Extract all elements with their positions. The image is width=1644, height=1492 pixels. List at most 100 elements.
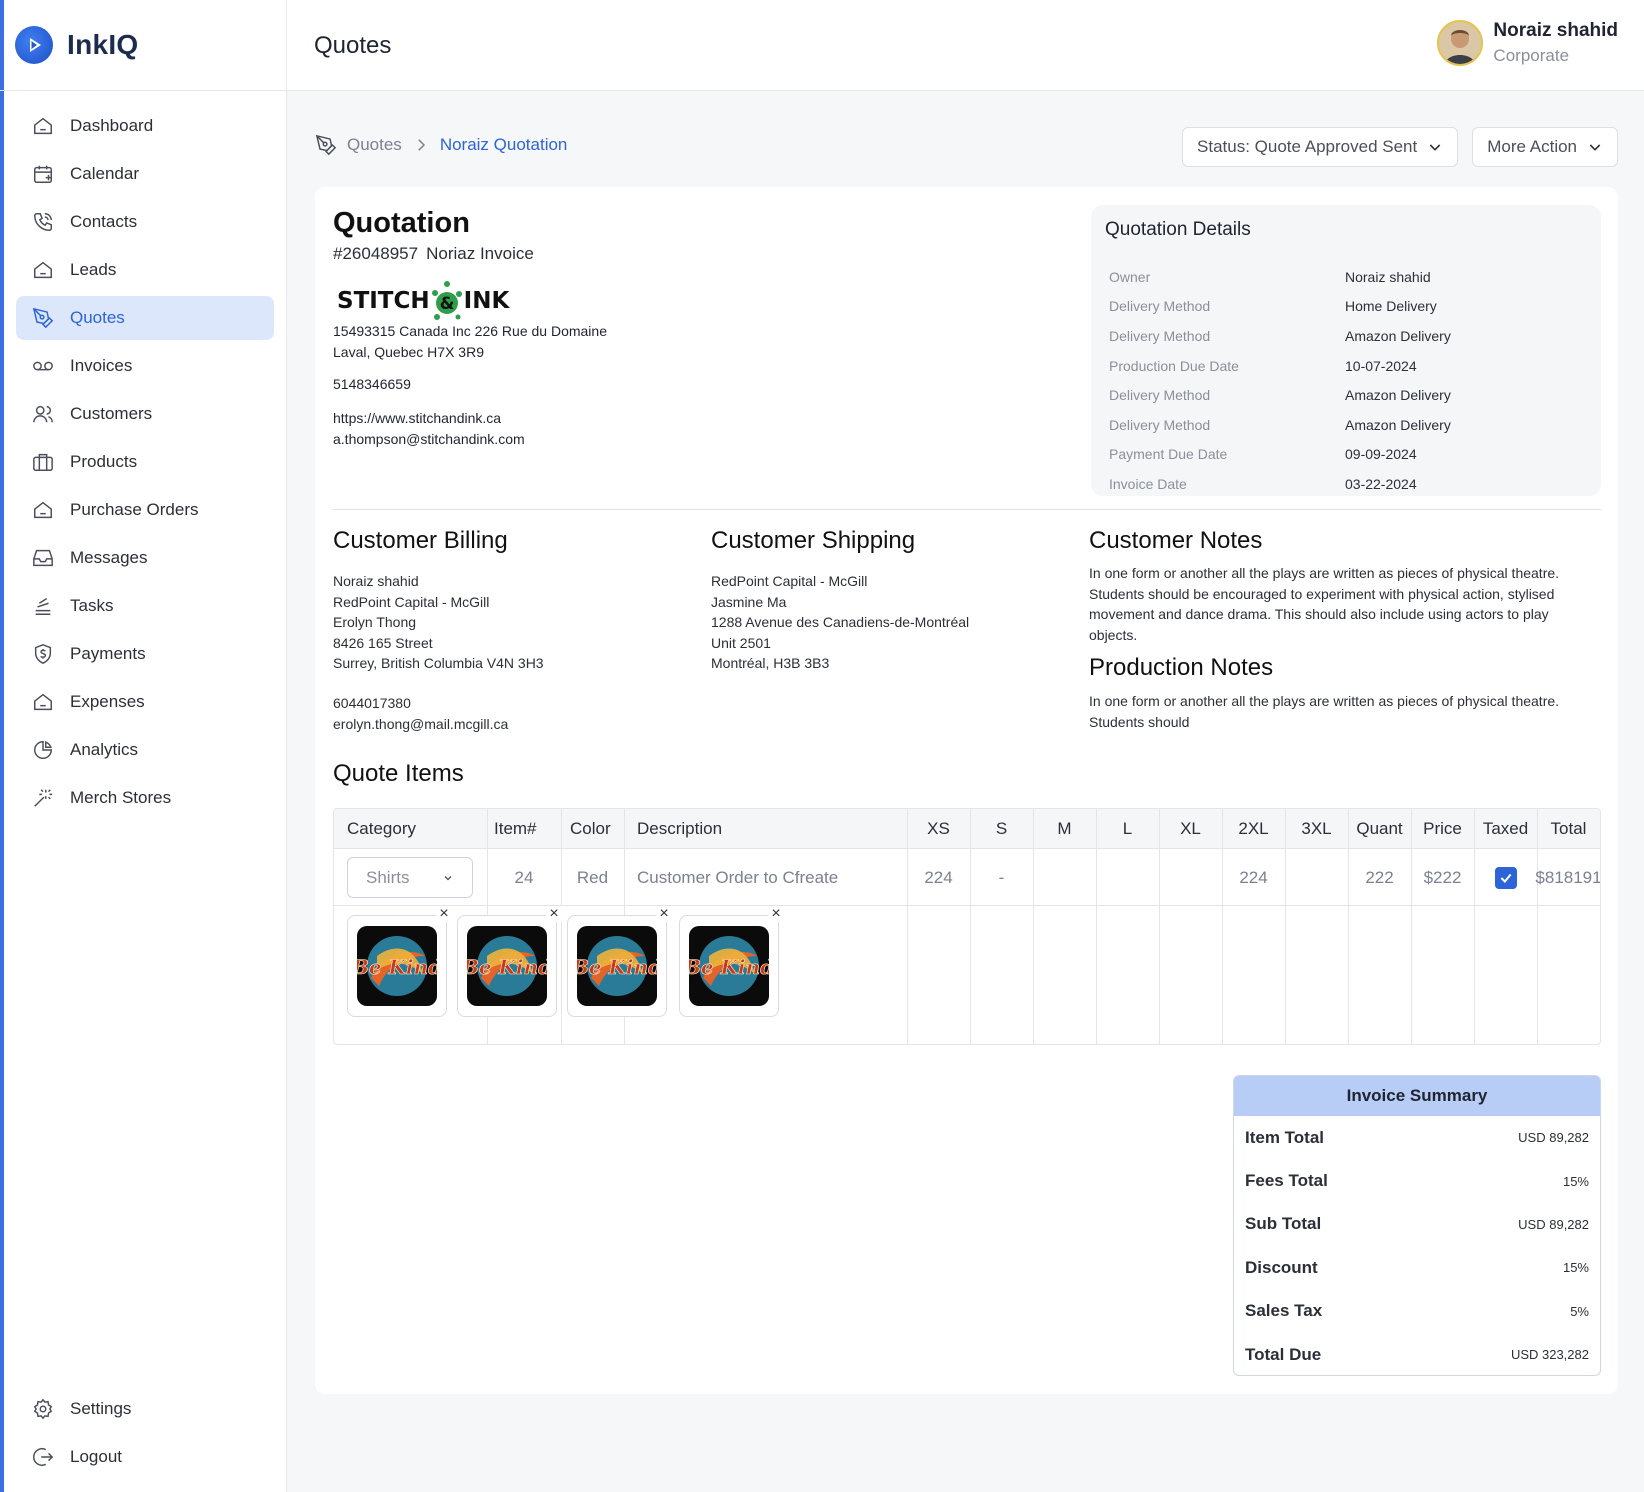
details-row: Invoice Date 03-22-2024	[1109, 469, 1599, 499]
details-row: Payment Due Date 09-09-2024	[1109, 440, 1599, 470]
summary-row-total-due: Total Due USD 323,282	[1234, 1333, 1600, 1375]
remove-image-button[interactable]: ×	[546, 906, 562, 922]
inkiq-logo-icon	[15, 26, 53, 64]
briefcase-icon	[33, 453, 53, 471]
cell-m[interactable]	[1033, 849, 1096, 906]
cell-xl[interactable]	[1159, 849, 1222, 906]
details-label: Delivery Method	[1109, 387, 1211, 404]
sidebar-item-label: Contacts	[70, 212, 138, 231]
summary-value: 15%	[1562, 1173, 1589, 1189]
sidebar-item-products[interactable]: Products	[16, 440, 274, 484]
summary-value: 5%	[1570, 1303, 1589, 1319]
details-row: Delivery Method Amazon Delivery	[1109, 410, 1599, 440]
sidebar-item-tasks[interactable]: Tasks	[16, 584, 274, 628]
column-header-item[interactable]: Item#	[494, 809, 537, 849]
sidebar-item-merch-stores[interactable]: Merch Stores	[16, 776, 274, 820]
design-image: Be Kind	[689, 926, 769, 1006]
cell-s[interactable]: -	[970, 849, 1033, 906]
svg-text:&: &	[439, 294, 454, 314]
cell-color[interactable]: Red	[561, 849, 624, 906]
column-header-l[interactable]: L	[1096, 809, 1159, 849]
design-thumbnail[interactable]: Be Kind ×	[679, 906, 784, 1017]
invoice-summary-title: Invoice Summary	[1234, 1076, 1600, 1116]
sidebar-item-logout[interactable]: Logout	[16, 1435, 274, 1479]
sidebar-item-leads[interactable]: Leads	[16, 248, 274, 292]
shipping-line: RedPoint Capital - McGill	[711, 573, 868, 589]
cell-item[interactable]: 24	[487, 849, 561, 906]
company-logo-text-1: STITCH	[337, 288, 430, 314]
category-select[interactable]: Shirts	[347, 857, 473, 898]
column-header-3xl[interactable]: 3XL	[1285, 809, 1348, 849]
brand[interactable]: InkIQ	[15, 26, 139, 64]
design-thumbnail[interactable]: Be Kind ×	[457, 906, 562, 1017]
sidebar-item-contacts[interactable]: Contacts	[16, 200, 274, 244]
quotation-details-list: Owner Noraiz shahid Delivery Method Home D…	[1109, 262, 1599, 499]
billing-line: Noraiz shahid	[333, 573, 419, 589]
design-thumbnail[interactable]: Be Kind ×	[567, 906, 672, 1017]
design-caption: Be Kind	[689, 955, 769, 979]
column-header-price[interactable]: Price	[1411, 809, 1474, 849]
sidebar-item-messages[interactable]: Messages	[16, 536, 274, 580]
sidebar-item-label: Merch Stores	[70, 788, 172, 807]
remove-image-button[interactable]: ×	[656, 906, 672, 922]
cell-description[interactable]: Customer Order to Cfreate	[637, 849, 887, 906]
shipping-line: Jasmine Ma	[711, 593, 787, 610]
details-row: Owner Noraiz shahid	[1109, 262, 1599, 292]
column-header-taxed[interactable]: Taxed	[1474, 809, 1537, 849]
sidebar-item-dashboard[interactable]: Dashboard	[16, 104, 274, 148]
remove-image-button[interactable]: ×	[436, 906, 452, 922]
design-image: Be Kind	[357, 926, 437, 1006]
design-thumbnail[interactable]: Be Kind ×	[347, 906, 452, 1017]
column-header-xs[interactable]: XS	[907, 809, 970, 849]
design-image: Be Kind	[467, 926, 547, 1006]
cell-l[interactable]	[1096, 849, 1159, 906]
column-header-m[interactable]: M	[1033, 809, 1096, 849]
company-contacts: https://www.stitchandink.ca a.thompson@s…	[333, 408, 525, 450]
column-header-description[interactable]: Description	[637, 809, 722, 849]
sidebar-item-purchase-orders[interactable]: Purchase Orders	[16, 488, 274, 532]
sidebar-item-label: Logout	[70, 1447, 122, 1466]
remove-image-button[interactable]: ×	[768, 906, 784, 922]
column-header-xl[interactable]: XL	[1159, 809, 1222, 849]
sidebar-item-customers[interactable]: Customers	[16, 392, 274, 436]
summary-row-discount: Discount 15%	[1234, 1246, 1600, 1289]
cell-xs[interactable]: 224	[907, 849, 970, 906]
design-image: Be Kind	[577, 926, 657, 1006]
billing-line: Surrey, British Columbia V4N 3H3	[333, 655, 544, 671]
sidebar-item-analytics[interactable]: Analytics	[16, 728, 274, 772]
sidebar-item-quotes[interactable]: Quotes	[16, 296, 274, 340]
sidebar-item-payments[interactable]: Payments	[16, 632, 274, 676]
page-actions: Status: Quote Approved Sent More Action	[1182, 127, 1618, 167]
taxed-checkbox[interactable]	[1494, 866, 1517, 889]
cell-3xl[interactable]	[1285, 849, 1348, 906]
breadcrumb-quotes-link[interactable]: Quotes	[347, 135, 402, 155]
sidebar-item-expenses[interactable]: Expenses	[16, 680, 274, 724]
column-header-s[interactable]: S	[970, 809, 1033, 849]
sidebar-item-calendar[interactable]: Calendar	[16, 152, 274, 196]
customer-billing-address: Noraiz shahid RedPoint Capital - McGill …	[333, 571, 544, 674]
column-header-quant[interactable]: Quant	[1348, 809, 1411, 849]
more-action-dropdown[interactable]: More Action	[1472, 127, 1618, 167]
column-header-2xl[interactable]: 2XL	[1222, 809, 1285, 849]
cell-2xl[interactable]: 224	[1222, 849, 1285, 906]
sidebar-item-label: Analytics	[70, 740, 139, 759]
sidebar-item-label: Expenses	[70, 692, 145, 711]
column-header-color[interactable]: Color	[570, 809, 611, 849]
summary-row-sub-total: Sub Total USD 89,282	[1234, 1203, 1600, 1246]
company-website-link[interactable]: https://www.stitchandink.ca	[333, 410, 501, 426]
company-phone: 5148346659	[333, 376, 411, 392]
details-label: Delivery Method	[1109, 327, 1211, 344]
status-dropdown[interactable]: Status: Quote Approved Sent	[1182, 127, 1459, 167]
production-notes-text: In one form or another all the plays are…	[1089, 693, 1560, 730]
cell-price[interactable]: $222	[1411, 849, 1474, 906]
sidebar-item-label: Invoices	[70, 356, 133, 375]
home-icon	[34, 117, 52, 135]
customer-billing-title: Customer Billing	[333, 527, 508, 554]
sidebar-item-invoices[interactable]: Invoices	[16, 344, 274, 388]
sidebar-item-settings[interactable]: Settings	[16, 1387, 274, 1431]
user-menu[interactable]: Noraiz shahid Corporate	[1437, 20, 1618, 66]
column-header-category[interactable]: Category	[347, 809, 416, 849]
company-email-link[interactable]: a.thompson@stitchandink.com	[333, 431, 525, 447]
column-header-total[interactable]: Total	[1537, 809, 1600, 849]
cell-quant[interactable]: 222	[1348, 849, 1411, 906]
